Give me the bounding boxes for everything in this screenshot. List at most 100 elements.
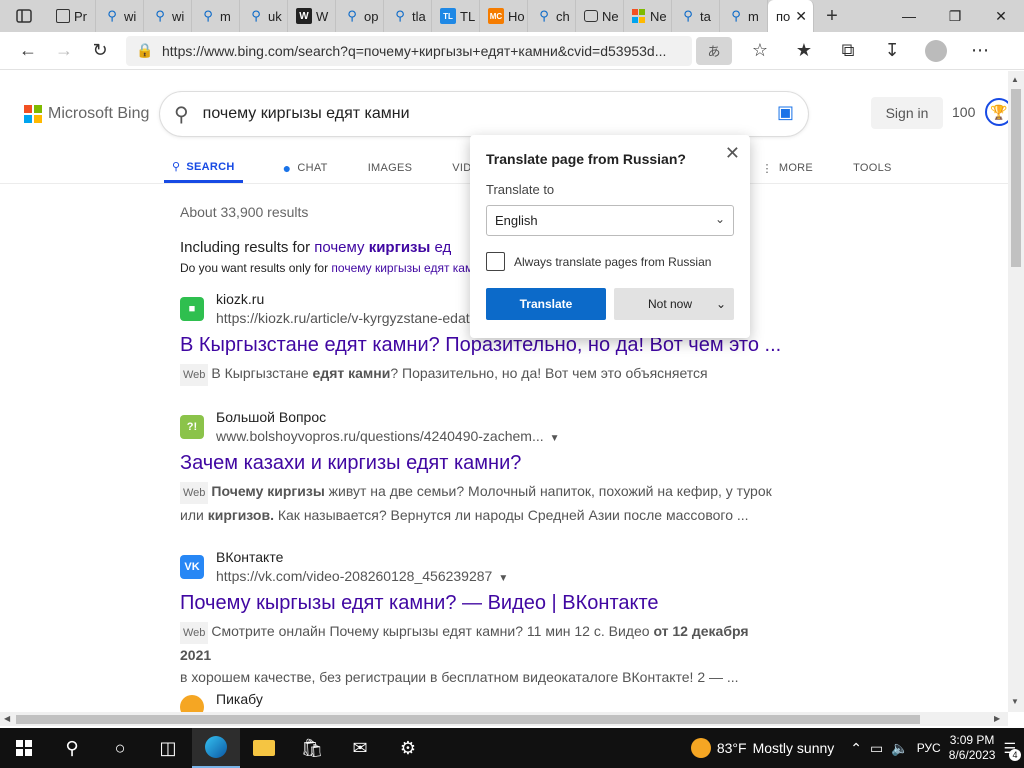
including-results-link[interactable]: почему киргизы ед [314,239,451,256]
close-tab-icon[interactable]: ✕ [795,8,807,25]
bing-logo[interactable]: Microsoft Bing [24,105,149,123]
clock[interactable]: 3:09 PM 8/6/2023 [949,733,996,763]
cortana-button[interactable]: ○ [96,728,144,768]
taskbar-edge[interactable] [192,728,240,768]
browser-tab[interactable]: ⚲ uk [240,0,288,32]
result-title-link[interactable]: Почему кыргызы едят камни? — Видео | ВКо… [180,592,780,615]
profile-button[interactable] [914,35,958,67]
minimize-button[interactable]: — [886,0,932,32]
tab-more[interactable]: ⋮ MORE [762,153,814,183]
new-tab-button[interactable]: + [814,0,850,32]
browser-tab[interactable]: Pr [48,0,96,32]
tab-chat[interactable]: ● CHAT [283,153,328,183]
search-result: Пикабу [180,689,780,712]
horizontal-scroll-thumb[interactable] [16,715,920,724]
collections-icon[interactable]: ⧉ [826,35,870,67]
browser-tab[interactable]: WW [288,0,336,32]
task-view-button[interactable]: ◫ [144,728,192,768]
caret-down-icon[interactable]: ▼ [498,573,508,584]
add-favorite-icon[interactable]: ☆ [738,35,782,67]
start-button[interactable] [0,728,48,768]
chevron-down-icon[interactable]: ⌄ [716,297,726,311]
favorites-icon[interactable]: ★ [782,35,826,67]
browser-tab[interactable]: ⚲ ch [528,0,576,32]
browser-tab[interactable]: TL TL [432,0,480,32]
taskbar-store[interactable]: 🛍 [288,728,336,768]
scroll-down-arrow[interactable]: ▼ [1011,697,1019,706]
browser-tab[interactable]: ⚲ wi [144,0,192,32]
browser-tab[interactable]: ⚲ tla [384,0,432,32]
browser-tab[interactable]: ⚲ m [192,0,240,32]
translate-popup: Translate page from Russian? ✕ Translate… [470,135,750,338]
scroll-up-arrow[interactable]: ▲ [1011,75,1019,84]
search-input[interactable]: ⚲ почему киргызы едят камни ▣ [160,92,808,136]
vertical-scrollbar[interactable]: ▲ ▼ [1008,71,1024,712]
volume-icon[interactable]: 🔈 [891,740,908,757]
weather-widget[interactable]: 83°F Mostly sunny [690,738,834,758]
search-icon: ⚲ [395,8,405,23]
browser-tab[interactable]: ⚲ wi [96,0,144,32]
input-language[interactable]: РУС [917,741,941,755]
tab-tools[interactable]: TOOLS [853,153,892,183]
sign-in-button[interactable]: Sign in [871,97,943,129]
exact-results-link[interactable]: почему киргызы едят камни [331,261,486,275]
scroll-right-arrow[interactable]: ▶ [994,714,1000,723]
store-icon: 🛍 [300,737,324,758]
rewards-points[interactable]: 100 [952,104,975,120]
taskbar-mail[interactable]: ✉ [336,728,384,768]
downloads-icon[interactable]: ↧ [870,35,914,67]
close-window-button[interactable]: ✕ [978,0,1024,32]
browser-tab-active[interactable]: по ✕ [768,0,814,32]
browser-tab[interactable]: ⚲ op [336,0,384,32]
search-query: почему киргызы едят камни [202,105,410,122]
translate-button[interactable]: Translate [486,288,606,320]
browser-tab[interactable]: MC Ho [480,0,528,32]
notifications-icon[interactable]: ☰ 4 [1003,740,1021,761]
taskbar-file-explorer[interactable] [240,728,288,768]
result-title-link[interactable]: Зачем казахи и киргизы едят камни? [180,452,780,475]
always-translate-option[interactable]: Always translate pages from Russian [486,252,711,271]
scroll-left-arrow[interactable]: ◀ [4,714,10,723]
address-bar[interactable]: 🔒 https://www.bing.com/search?q=почему+к… [126,35,692,66]
site-favicon: ■ [180,297,204,321]
not-now-button[interactable]: Not now ⌄ [614,288,734,320]
lock-icon: 🔒 [136,42,154,58]
search-result: VK ВКонтакте https://vk.com/video-208260… [180,549,780,688]
network-icon[interactable]: ▭ [870,740,883,757]
windows-icon [16,740,32,756]
caret-down-icon[interactable]: ▼ [550,433,560,444]
result-url[interactable]: www.bolshoyvopros.ru/questions/4240490-z… [216,428,560,444]
news-icon [584,10,598,22]
language-select[interactable]: English ⌄ [486,205,734,236]
tab-actions-button[interactable] [0,0,48,32]
search-icon: ⚲ [251,8,261,23]
result-url[interactable]: https://vk.com/video-208260128_456239287… [216,568,508,584]
browser-tab[interactable]: Ne [624,0,672,32]
restore-button[interactable]: ❐ [932,0,978,32]
chevron-up-icon[interactable]: ⌃ [850,740,862,757]
visual-search-icon[interactable]: ▣ [777,102,794,123]
forward-button[interactable]: → [46,35,82,67]
tab-images[interactable]: IMAGES [368,153,413,183]
refresh-button[interactable]: ↻ [82,35,118,67]
tab-search[interactable]: ⚲ SEARCH [164,153,243,183]
task-view-icon: ◫ [159,737,177,758]
tab-videos[interactable]: VID [452,153,471,183]
settings-menu-button[interactable]: ⋯ [958,35,1002,67]
taskbar-settings[interactable]: ⚙ [384,728,432,768]
vertical-scroll-thumb[interactable] [1011,89,1021,267]
search-button[interactable]: ⚲ [48,728,96,768]
browser-tab[interactable]: ⚲ ta [672,0,720,32]
translate-icon[interactable]: あ [696,36,732,65]
back-button[interactable]: ← [10,35,46,67]
search-icon: ⚲ [107,8,117,23]
rewards-trophy-icon[interactable]: 🏆 [985,98,1008,126]
taskbar: ⚲ ○ ◫ 🛍 ✉ ⚙ 83°F Mostly sunny ⌃ ▭ 🔈 РУС … [0,728,1024,768]
close-icon[interactable]: ✕ [725,143,740,164]
browser-tab[interactable]: ⚲ m [720,0,768,32]
horizontal-scrollbar[interactable]: ◀ ▶ [0,712,1008,726]
always-translate-checkbox[interactable] [486,252,505,271]
browser-tab[interactable]: Ne [576,0,624,32]
site-favicon: ?! [180,415,204,439]
results-count: About 33,900 results [180,204,309,220]
